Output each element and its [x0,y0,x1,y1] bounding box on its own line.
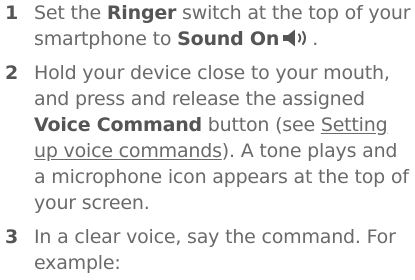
step-text: In a clear voice, say the command. For e… [34,226,396,274]
step-text: . [312,28,319,50]
step-2: 2 Hold your device close to your mouth, … [0,60,415,216]
ringer-label: Ringer [106,2,177,24]
step-1: 1 Set the Ringer switch at the top of yo… [0,0,415,52]
sound-on-label: Sound On [177,28,280,50]
step-text: button (see [201,114,321,136]
instruction-steps: 1 Set the Ringer switch at the top of yo… [0,0,415,276]
step-number: 2 [5,62,19,84]
step-text: Set the [34,2,107,24]
step-3: 3 In a clear voice, say the command. For… [0,224,415,276]
step-number: 1 [5,2,19,24]
step-number: 3 [5,226,19,248]
speaker-sound-on-icon [283,29,307,47]
step-text: Hold your device close to your mouth, an… [34,62,390,110]
voice-command-label: Voice Command [34,114,202,136]
